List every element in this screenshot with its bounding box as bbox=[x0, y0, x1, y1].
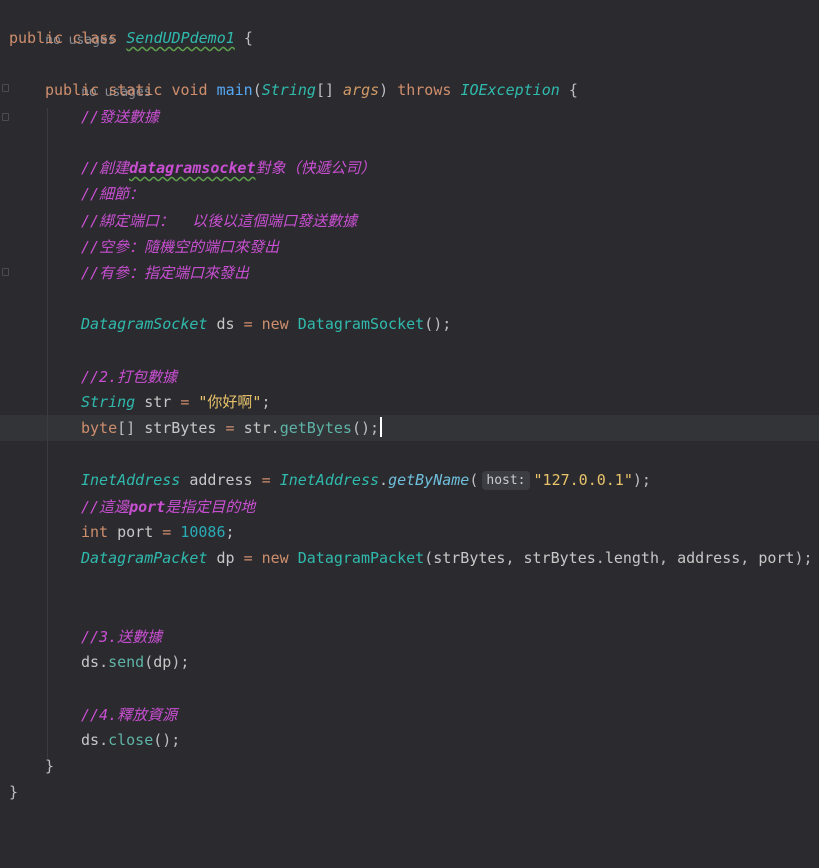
method-call: send bbox=[108, 653, 145, 671]
comment-word: datagramsocket bbox=[129, 159, 256, 177]
comment-word: port bbox=[129, 498, 166, 516]
comment: //4.釋放資源 bbox=[81, 706, 178, 724]
type-name: InetAddress bbox=[279, 471, 380, 489]
code-line: InetAddress address = InetAddress.getByN… bbox=[81, 471, 651, 490]
keyword: new bbox=[261, 549, 289, 567]
method-name: main bbox=[216, 81, 253, 99]
parameter-name: args bbox=[343, 81, 380, 99]
method-call: getBytes bbox=[279, 419, 352, 437]
code-line: //4.釋放資源 bbox=[81, 702, 177, 728]
field: length bbox=[604, 549, 659, 567]
variable: port bbox=[117, 523, 154, 541]
variable: strBytes bbox=[523, 549, 596, 567]
fold-marker-icon[interactable] bbox=[2, 268, 9, 276]
comment: 對象（快遞公司） bbox=[255, 159, 376, 177]
keyword: new bbox=[261, 315, 289, 333]
keyword: public bbox=[9, 29, 64, 47]
code-line: DatagramSocket ds = new DatagramSocket()… bbox=[81, 315, 452, 333]
indent-guide bbox=[47, 108, 48, 758]
string-literal: "127.0.0.1" bbox=[533, 471, 633, 489]
fold-marker-icon[interactable] bbox=[2, 113, 9, 121]
comment: //發送數據 bbox=[81, 108, 160, 126]
keyword: int bbox=[81, 523, 109, 541]
variable: port bbox=[758, 549, 795, 567]
keyword: public bbox=[45, 81, 100, 99]
keyword: void bbox=[171, 81, 208, 99]
keyword: byte bbox=[81, 419, 118, 437]
keyword: throws bbox=[397, 81, 452, 99]
variable: str bbox=[144, 393, 172, 411]
comment: //細節： bbox=[81, 185, 145, 203]
code-line: DatagramPacket dp = new DatagramPacket(s… bbox=[81, 549, 813, 567]
number-literal: 10086 bbox=[180, 523, 226, 541]
type-name: DatagramSocket bbox=[81, 315, 208, 333]
comment: //創建 bbox=[81, 159, 130, 177]
keyword: static bbox=[108, 81, 163, 99]
class-name: SendUDPdemo1 bbox=[126, 29, 235, 47]
comment: //綁定端口： 以後以這個端口發送數據 bbox=[81, 212, 358, 230]
variable: address bbox=[677, 549, 741, 567]
comment: //這邊 bbox=[81, 498, 130, 516]
variable: address bbox=[189, 471, 253, 489]
type-name: InetAddress bbox=[81, 471, 181, 489]
comment: //3.送數據 bbox=[81, 628, 163, 646]
variable: dp bbox=[153, 653, 172, 671]
text-caret bbox=[380, 417, 383, 437]
comment: //空參：隨機空的端口來發出 bbox=[81, 238, 280, 256]
type-name: String bbox=[261, 81, 316, 99]
code-line: int port = 10086; bbox=[81, 523, 235, 541]
comment: 是指定目的地 bbox=[165, 498, 256, 516]
type-name: DatagramSocket bbox=[297, 315, 425, 333]
variable: strBytes bbox=[144, 419, 217, 437]
type-name: DatagramPacket bbox=[297, 549, 425, 567]
parameter-hint: host: bbox=[482, 471, 530, 490]
code-line: ds.send(dp); bbox=[81, 653, 190, 671]
method-call: getByName bbox=[388, 471, 470, 489]
type-name: DatagramPacket bbox=[81, 549, 208, 567]
keyword: class bbox=[72, 29, 118, 47]
code-line: //發送數據 bbox=[81, 104, 159, 130]
variable: ds bbox=[81, 653, 100, 671]
code-line: //空參：隨機空的端口來發出 bbox=[81, 234, 279, 260]
variable: str bbox=[243, 419, 271, 437]
variable: ds bbox=[81, 731, 100, 749]
code-line: //有參：指定端口來發出 bbox=[81, 260, 249, 286]
string-literal: "你好啊" bbox=[198, 393, 262, 411]
code-editor[interactable]: no usages public class SendUDPdemo1 { no… bbox=[0, 0, 819, 868]
code-line: no usages bbox=[45, 52, 151, 100]
code-line: public static void main(String[] args) t… bbox=[45, 81, 578, 99]
type-name: String bbox=[81, 393, 136, 411]
code-line: //細節： bbox=[81, 181, 144, 207]
code-line: public class SendUDPdemo1 { bbox=[9, 29, 253, 47]
code-line: //2.打包數據 bbox=[81, 364, 177, 390]
code-line: //創建datagramsocket對象（快遞公司） bbox=[81, 155, 376, 181]
variable: strBytes bbox=[433, 549, 506, 567]
comment: //有參：指定端口來發出 bbox=[81, 264, 250, 282]
code-line: //這邊port是指定目的地 bbox=[81, 494, 255, 520]
fold-marker-icon[interactable] bbox=[2, 84, 9, 92]
code-line: String str = "你好啊"; bbox=[81, 393, 271, 411]
variable: dp bbox=[216, 549, 235, 567]
code-line: no usages bbox=[9, 0, 115, 48]
type-name: IOException bbox=[460, 81, 560, 99]
method-call: close bbox=[108, 731, 154, 749]
variable: ds bbox=[216, 315, 235, 333]
code-line: } bbox=[45, 757, 55, 775]
code-line: //3.送數據 bbox=[81, 624, 162, 650]
code-line[interactable]: byte[] strBytes = str.getBytes(); bbox=[81, 415, 383, 441]
comment: //2.打包數據 bbox=[81, 368, 178, 386]
code-line: ds.close(); bbox=[81, 731, 181, 749]
code-line: } bbox=[9, 783, 19, 801]
code-line: //綁定端口： 以後以這個端口發送數據 bbox=[81, 208, 357, 234]
